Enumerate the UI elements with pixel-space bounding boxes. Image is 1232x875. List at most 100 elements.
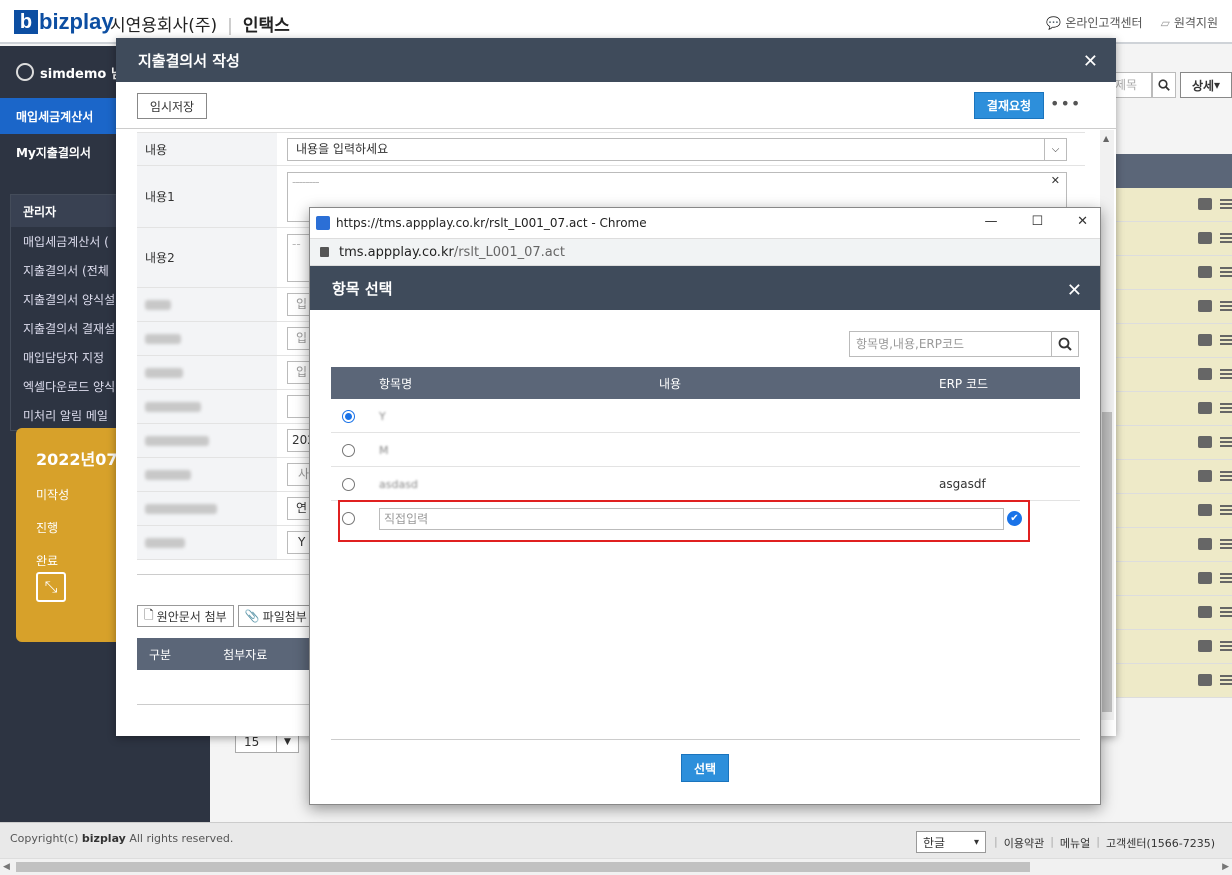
save-draft-button[interactable]: 임시저장: [137, 93, 207, 119]
field-label: [137, 356, 277, 389]
list-row[interactable]: [1100, 664, 1232, 698]
search-icon[interactable]: [1051, 331, 1079, 357]
list-row[interactable]: [1100, 324, 1232, 358]
scroll-left-icon[interactable]: ◀: [3, 862, 10, 872]
attach-original-button[interactable]: 🗋 원안문서 첨부: [137, 605, 234, 627]
column-header: 항목명: [379, 377, 413, 391]
list-row[interactable]: [1100, 256, 1232, 290]
print-icon: [1198, 368, 1212, 380]
print-icon: [1198, 402, 1212, 414]
scroll-up-icon[interactable]: ▲: [1103, 134, 1109, 143]
list-search-input[interactable]: 제목: [1110, 72, 1152, 98]
support-center-link[interactable]: 고객센터(1566-7235): [1106, 835, 1215, 851]
list-row[interactable]: [1100, 222, 1232, 256]
vertical-scrollbar[interactable]: ▲: [1100, 130, 1114, 720]
terms-link[interactable]: 이용약관: [1004, 835, 1044, 851]
document-icon: 🗋: [144, 607, 154, 622]
item-name: M: [379, 444, 389, 457]
list-row[interactable]: [1100, 528, 1232, 562]
field-label: 내용: [137, 133, 277, 165]
select-button[interactable]: 선택: [681, 754, 729, 782]
column-header: 구분: [149, 647, 172, 662]
direct-input-field[interactable]: 직접입력: [379, 508, 1004, 530]
popup-header: 항목 선택: [310, 266, 1100, 310]
list-row[interactable]: [1100, 494, 1232, 528]
list-row[interactable]: [1100, 426, 1232, 460]
url-path: /rslt_L001_07.act: [453, 244, 565, 260]
minimize-icon[interactable]: —: [984, 214, 997, 229]
detail-icon: [1220, 199, 1232, 209]
user-name: simdemo 님: [40, 66, 123, 82]
chevron-down-icon: ▾: [973, 837, 979, 848]
request-approval-button[interactable]: 결재요청: [974, 92, 1044, 119]
horizontal-scrollbar[interactable]: ◀ ▶: [0, 858, 1232, 875]
table-row[interactable]: Y: [331, 399, 1080, 433]
chevron-down-icon: ⌵: [1044, 139, 1066, 160]
list-row[interactable]: [1100, 562, 1232, 596]
list-row[interactable]: [1100, 358, 1232, 392]
detail-icon: [1220, 233, 1232, 243]
table-row[interactable]: M: [331, 433, 1080, 467]
print-icon: [1198, 674, 1212, 686]
item-radio[interactable]: [342, 444, 355, 457]
language-select[interactable]: 한글 ▾: [916, 831, 986, 853]
print-icon: [1198, 640, 1212, 652]
service-name: 인택스: [242, 16, 290, 36]
clear-icon[interactable]: ✕: [1051, 174, 1060, 187]
bizplay-logo[interactable]: b bizplay: [14, 9, 114, 35]
content-select-value: 내용을 입력하세요: [296, 142, 389, 156]
list-row[interactable]: [1100, 188, 1232, 222]
item-search-input[interactable]: 항목명,내용,ERP코드: [849, 331, 1051, 357]
detail-icon: [1220, 641, 1232, 651]
site-favicon-icon: [316, 216, 330, 230]
search-icon[interactable]: [1152, 72, 1176, 98]
scroll-thumb[interactable]: [16, 862, 1030, 872]
item-erp-code: asgasdf: [939, 477, 986, 491]
close-icon[interactable]: ✕: [1067, 280, 1082, 301]
print-icon: [1198, 266, 1212, 278]
modal-header: 지출결의서 작성: [116, 38, 1116, 82]
table-row[interactable]: asdasd asgasdf: [331, 467, 1080, 501]
list-row[interactable]: [1100, 596, 1232, 630]
form-row: 내용 내용을 입력하세요 ⌵: [137, 132, 1085, 166]
list-header: [1100, 154, 1232, 188]
detail-icon: [1220, 539, 1232, 549]
field-label: [137, 526, 277, 559]
collapse-icon[interactable]: ⤡: [36, 572, 66, 602]
manual-link[interactable]: 메뉴얼: [1060, 835, 1090, 851]
close-icon[interactable]: ✕: [1077, 214, 1088, 229]
content-select[interactable]: 내용을 입력하세요 ⌵: [287, 138, 1067, 161]
remote-support-link[interactable]: ▱ 원격지원: [1161, 14, 1218, 31]
paperclip-icon: 📎: [244, 609, 260, 623]
print-icon: [1198, 572, 1212, 584]
column-header: 내용: [659, 377, 682, 391]
list-row[interactable]: [1100, 392, 1232, 426]
list-row[interactable]: [1100, 290, 1232, 324]
item-radio[interactable]: [342, 410, 355, 423]
scroll-right-icon[interactable]: ▶: [1222, 862, 1229, 872]
detail-icon: [1220, 505, 1232, 515]
item-search: 항목명,내용,ERP코드: [849, 331, 1079, 357]
popup-title: 항목 선택: [332, 279, 393, 298]
list-row[interactable]: [1100, 460, 1232, 494]
item-radio[interactable]: [342, 478, 355, 491]
close-icon[interactable]: ✕: [1083, 51, 1098, 72]
lock-icon: [320, 247, 329, 257]
print-icon: [1198, 198, 1212, 210]
list-row[interactable]: [1100, 630, 1232, 664]
item-name: asdasd: [379, 478, 418, 491]
detail-search-button[interactable]: 상세 ▾: [1180, 72, 1232, 98]
divider: [116, 128, 1116, 129]
scroll-thumb[interactable]: [1102, 412, 1112, 712]
url-host: tms.appplay.co.kr: [339, 244, 454, 260]
window-titlebar: https://tms.appplay.co.kr/rslt_L001_07.a…: [310, 208, 1100, 238]
online-support-link[interactable]: 💬 온라인고객센터: [1046, 14, 1142, 31]
field-label: [137, 492, 277, 525]
address-bar[interactable]: tms.appplay.co.kr/rslt_L001_07.act: [310, 238, 1100, 266]
detail-icon: [1220, 607, 1232, 617]
detail-icon: [1220, 267, 1232, 277]
more-icon[interactable]: •••: [1050, 94, 1081, 113]
check-icon[interactable]: ✔: [1007, 511, 1022, 526]
attach-file-button[interactable]: 📎 파일첨부: [237, 605, 314, 627]
maximize-icon[interactable]: ☐: [1031, 214, 1043, 229]
